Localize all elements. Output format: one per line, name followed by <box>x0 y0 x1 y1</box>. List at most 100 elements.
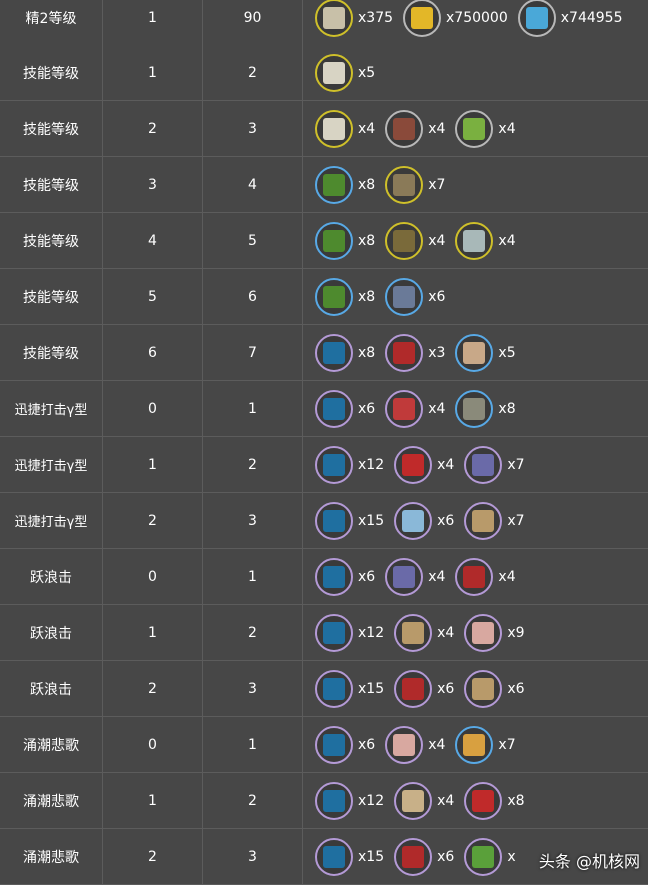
from-level-cell: 4 <box>103 213 203 268</box>
skill-name: 迅捷打击γ型 <box>14 515 88 530</box>
from-level-cell: 1 <box>103 605 203 660</box>
material-quantity: x4 <box>498 120 516 137</box>
skill-book-3-icon <box>315 501 353 540</box>
material-item: x5 <box>315 53 375 92</box>
to-level-cell: 3 <box>203 101 303 156</box>
material-item: x <box>464 837 516 876</box>
to-level-cell: 7 <box>203 325 303 380</box>
table-row: 涌潮悲歌 0 1 x6 x4 x7 <box>0 717 648 773</box>
material-quantity: x4 <box>437 456 455 473</box>
to-level-cell: 4 <box>203 157 303 212</box>
material-item: x4 <box>394 445 455 484</box>
to-level-cell: 3 <box>203 661 303 716</box>
table-row: 迅捷打击γ型 0 1 x6 x4 x8 <box>0 381 648 437</box>
red-chest-icon <box>394 837 433 876</box>
material-quantity: x12 <box>358 624 385 641</box>
skill-book-3-icon <box>315 613 353 652</box>
table-row: 跃浪击 0 1 x6 x4 x4 <box>0 549 648 605</box>
from-level-cell: 1 <box>103 0 203 45</box>
to-level-cell: 2 <box>203 773 303 828</box>
skill-name: 迅捷打击γ型 <box>14 459 88 474</box>
from-level-cell: 2 <box>103 101 203 156</box>
skill-name-cell: 涌潮悲歌 <box>0 829 103 884</box>
material-item: x6 <box>315 389 376 428</box>
integrated-device-icon <box>455 333 494 372</box>
material-item: x6 <box>394 501 454 540</box>
material-quantity: x4 <box>428 232 446 249</box>
material-quantity: x4 <box>498 232 516 249</box>
from-level-cell: 0 <box>103 717 203 772</box>
skill-name-cell: 涌潮悲歌 <box>0 773 103 828</box>
material-item: x4 <box>385 725 445 764</box>
red-crystal-icon <box>464 781 503 820</box>
red-chest-icon <box>394 669 433 708</box>
skill-name: 涌潮悲歌 <box>23 737 79 754</box>
material-item: x6 <box>385 277 445 316</box>
to-level-cell: 3 <box>203 493 303 548</box>
exp-card-icon <box>315 0 353 37</box>
manganese-icon <box>455 725 494 764</box>
material-quantity: x6 <box>358 568 376 585</box>
to-level-cell: 1 <box>203 549 303 604</box>
material-item: x6 <box>394 837 454 876</box>
skill-book-3-icon <box>315 837 353 876</box>
skill-book-3-icon <box>315 557 353 596</box>
from-level-cell: 5 <box>103 269 203 324</box>
skill-name: 跃浪击 <box>30 625 72 642</box>
material-item: x7 <box>464 501 525 540</box>
table-row: 迅捷打击γ型 2 3 x15 x6 x7 <box>0 493 648 549</box>
skill-book-1-icon <box>315 53 353 92</box>
skill-book-3-icon <box>315 333 353 372</box>
material-item: x375 <box>315 0 393 37</box>
skill-name-cell: 迅捷打击γ型 <box>0 493 103 548</box>
table-row: 技能等级 1 2 x5 <box>0 45 648 101</box>
skill-name: 精2等级 <box>25 10 77 27</box>
to-level-cell: 5 <box>203 213 303 268</box>
from-level-cell: 0 <box>103 381 203 436</box>
material-item: x8 <box>315 165 375 204</box>
table-row: 跃浪击 2 3 x15 x6 x6 <box>0 661 648 717</box>
to-level-cell: 3 <box>203 829 303 884</box>
materials-cell: x12 x4 x7 <box>303 437 648 492</box>
material-quantity: x6 <box>358 400 376 417</box>
material-item: x8 <box>315 221 375 260</box>
skill-name-cell: 跃浪击 <box>0 661 103 716</box>
material-item: x7 <box>464 445 525 484</box>
orirock-concentrate-icon <box>464 669 503 708</box>
skill-name: 技能等级 <box>23 233 79 250</box>
material-quantity: x12 <box>358 456 385 473</box>
material-item: x4 <box>385 557 445 596</box>
material-quantity: x15 <box>358 680 385 697</box>
material-item: x12 <box>315 781 384 820</box>
material-quantity: x7 <box>428 176 446 193</box>
table-row: 迅捷打击γ型 1 2 x12 x4 x7 <box>0 437 648 493</box>
material-item: x7 <box>385 165 446 204</box>
from-level-cell: 1 <box>103 45 203 100</box>
material-item: x15 <box>315 837 384 876</box>
to-level-cell: 6 <box>203 269 303 324</box>
red-crystal-icon <box>394 445 433 484</box>
material-item: x12 <box>315 613 385 652</box>
lmd-money-icon <box>517 0 556 37</box>
table-row: 技能等级 3 4 x8 x7 <box>0 157 648 213</box>
materials-cell: x375 x750000 x744955 <box>303 0 648 45</box>
skill-name-cell: 技能等级 <box>0 213 103 268</box>
table-row: 涌潮悲歌 1 2 x12 x4 x8 <box>0 773 648 829</box>
table-row: 技能等级 4 5 x8 x4 x4 <box>0 213 648 269</box>
orirock-cube-icon <box>385 221 424 260</box>
material-quantity: x4 <box>428 400 446 417</box>
material-quantity: x9 <box>507 624 525 641</box>
material-quantity: x744955 <box>560 9 623 26</box>
material-item: x8 <box>464 781 525 820</box>
skill-name: 跃浪击 <box>30 681 72 698</box>
orirock-concentrate-icon <box>464 501 503 540</box>
to-level-cell: 1 <box>203 717 303 772</box>
material-quantity: x6 <box>507 680 525 697</box>
material-item: x750000 <box>403 0 508 37</box>
from-level-cell: 3 <box>103 157 203 212</box>
to-level-cell: 90 <box>203 0 303 45</box>
materials-cell: x6 x4 x7 <box>303 717 648 772</box>
material-item: x4 <box>385 389 446 428</box>
ester-green-icon <box>455 109 494 148</box>
crystal-device-icon <box>385 389 424 428</box>
